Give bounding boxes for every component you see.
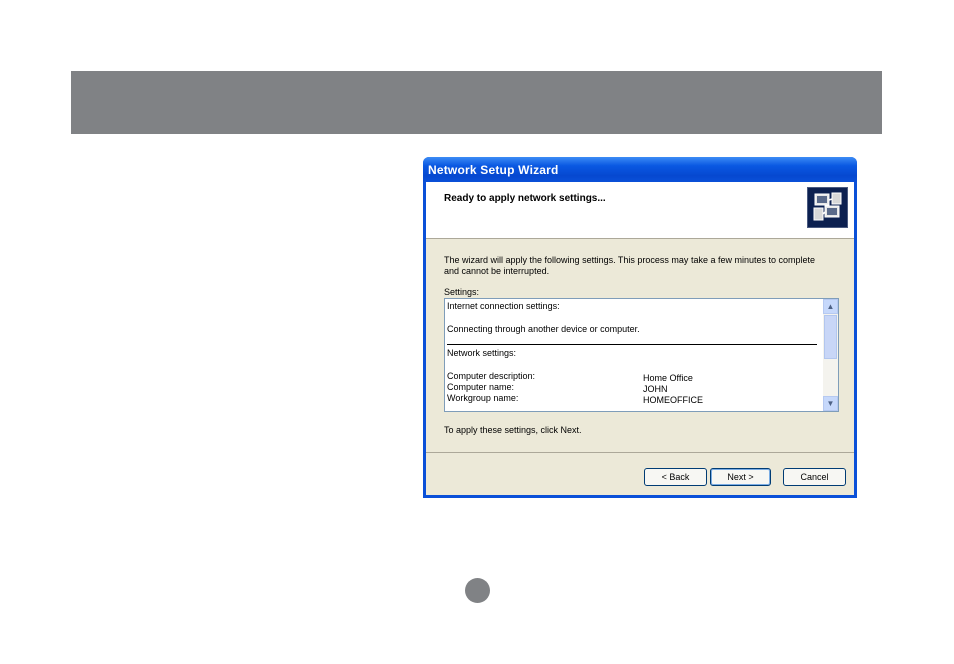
scroll-up-button[interactable]: ▲ [823, 299, 838, 314]
internet-settings-heading: Internet connection settings: [447, 301, 560, 311]
network-computers-icon [807, 187, 848, 228]
footer-divider [426, 452, 854, 453]
back-button[interactable]: < Back [644, 468, 707, 486]
settings-divider [447, 344, 817, 345]
next-button[interactable]: Next > [710, 468, 771, 486]
row-label: Computer description: [447, 371, 536, 381]
settings-row-computer-name: Computer name: [447, 382, 514, 392]
scroll-down-button[interactable]: ▼ [823, 396, 838, 411]
intro-line-2: and cannot be interrupted. [444, 266, 550, 276]
window-title: Network Setup Wizard [428, 163, 559, 177]
settings-row-workgroup-name: Workgroup name: [447, 393, 518, 403]
network-setup-wizard-window: Network Setup Wizard Ready to apply netw… [423, 157, 857, 498]
chevron-up-icon: ▲ [826, 302, 835, 311]
settings-row-computer-description: Computer description: [447, 371, 535, 381]
wizard-header: Ready to apply network settings... [426, 182, 854, 239]
internet-settings-value: Connecting through another device or com… [447, 324, 640, 334]
intro-line-1: The wizard will apply the following sett… [444, 255, 815, 265]
cancel-button[interactable]: Cancel [783, 468, 846, 486]
scroll-thumb[interactable] [824, 315, 837, 359]
wizard-heading: Ready to apply network settings... [444, 193, 606, 204]
row-label: Workgroup name: [447, 393, 519, 403]
vertical-scrollbar[interactable]: ▲ ▼ [823, 299, 838, 411]
settings-label: Settings: [444, 287, 480, 297]
page-header-banner [71, 71, 882, 134]
chevron-down-icon: ▼ [826, 399, 835, 408]
wizard-client-area: Ready to apply network settings... The w… [426, 182, 854, 495]
row-value: HOMEOFFICE [643, 395, 703, 405]
title-bar[interactable]: Network Setup Wizard [423, 157, 857, 182]
intro-text: The wizard will apply the following sett… [444, 255, 834, 277]
row-label: Computer name: [447, 382, 515, 392]
row-value: JOHN [643, 384, 668, 394]
row-value: Home Office [643, 373, 693, 383]
page-number-marker [465, 578, 490, 603]
network-settings-heading: Network settings: [447, 348, 517, 358]
settings-listbox[interactable]: Internet connection settings: Connecting… [444, 298, 839, 412]
apply-hint: To apply these settings, click Next. [444, 425, 582, 435]
